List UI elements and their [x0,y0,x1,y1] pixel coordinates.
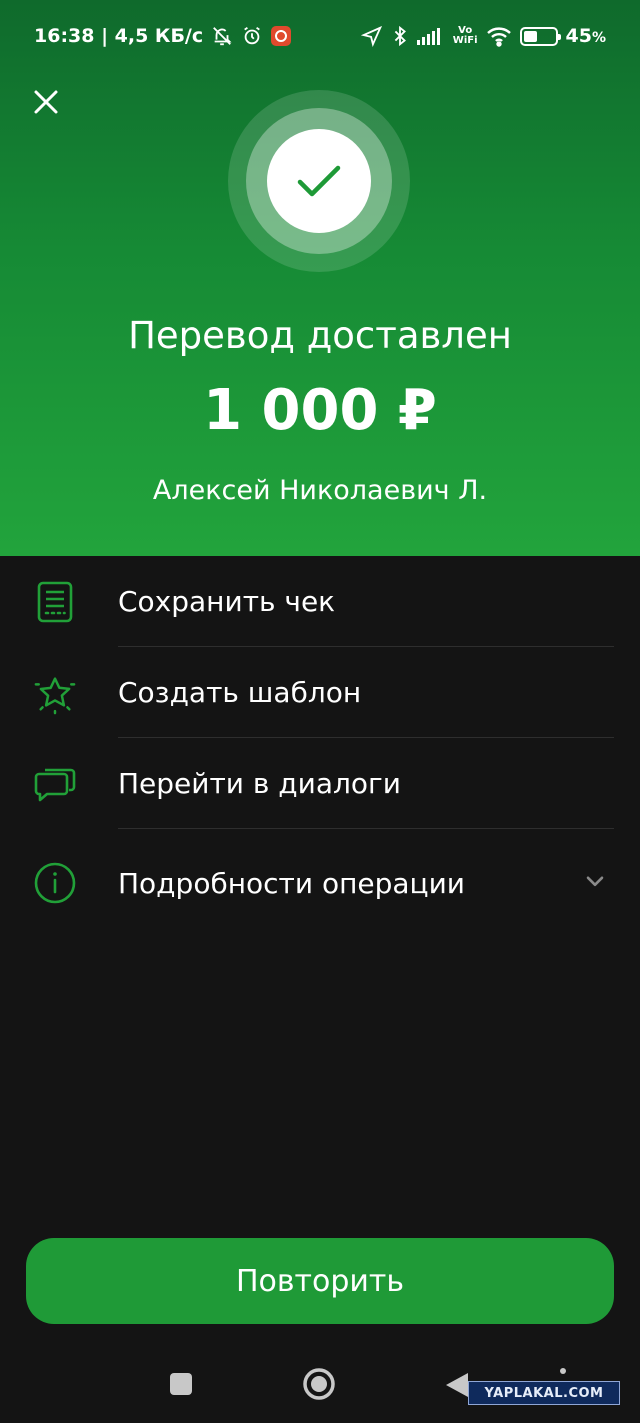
home-button[interactable] [302,1367,336,1405]
chat-icon [33,762,77,806]
close-icon [34,90,58,114]
save-receipt-label: Сохранить чек [118,585,336,618]
success-indicator [228,90,410,272]
receipt-icon [33,580,77,624]
star-icon [33,671,77,715]
chevron-down-icon[interactable] [584,870,606,892]
time-and-speed: 16:38 | 4,5 КБ/с [34,25,204,47]
back-triangle-icon [446,1373,468,1397]
checkmark-icon [297,165,341,197]
status-bar: 16:38 | 4,5 КБ/с Vo WiFi 45% [0,0,640,72]
operation-details-action[interactable]: Подробности операции [0,829,640,937]
go-to-dialogs-label: Перейти в диалоги [118,767,401,800]
notifications-muted-icon [211,25,233,47]
home-circle-icon [303,1368,335,1400]
watermark: YAPLAKAL.COM [468,1381,620,1405]
app-notification-icon [271,26,292,46]
square-icon [170,1373,192,1395]
vowifi-icon: Vo WiFi [452,25,478,46]
battery-percent: 45% [565,25,606,47]
save-receipt-action[interactable]: Сохранить чек [0,556,640,647]
success-header: 16:38 | 4,5 КБ/с Vo WiFi 45% Перевод дос… [0,0,640,556]
battery-icon [519,26,561,46]
go-to-dialogs-action[interactable]: Перейти в диалоги [0,738,640,829]
signal-icon [416,26,445,46]
operation-details-label: Подробности операции [118,866,466,900]
wifi-icon [486,25,512,47]
transfer-amount: 1 000 ₽ [203,378,437,443]
alarm-icon [241,25,263,47]
close-button[interactable] [30,86,62,118]
create-template-label: Создать шаблон [118,676,362,709]
recent-apps-button[interactable] [169,1372,193,1400]
bluetooth-icon [391,25,409,47]
recipient-name: Алексей Николаевич Л. [152,475,488,506]
page-title: Перевод доставлен [128,314,512,357]
repeat-button[interactable]: Повторить [26,1238,614,1324]
actions-list: Сохранить чек Создать шаблон Перейти в д… [0,556,640,937]
location-icon [360,25,383,47]
back-button[interactable] [444,1371,470,1403]
create-template-action[interactable]: Создать шаблон [0,647,640,738]
info-icon [33,861,77,905]
battery-level [523,30,538,42]
